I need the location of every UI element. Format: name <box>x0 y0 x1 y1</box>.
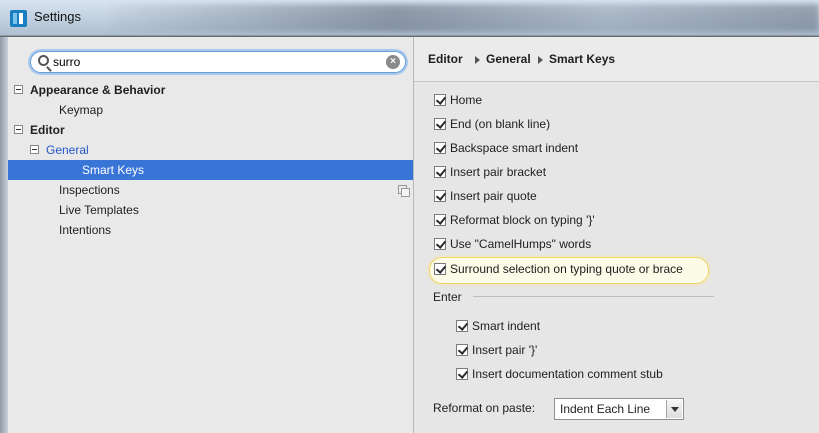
select-value: Indent Each Line <box>560 402 651 416</box>
breadcrumb-general: General <box>486 52 531 66</box>
clear-search-icon[interactable]: × <box>386 55 400 69</box>
dropdown-arrow-icon[interactable] <box>666 400 682 418</box>
option-label: End (on blank line) <box>450 117 551 131</box>
reformat-on-paste-label: Reformat on paste: <box>433 401 536 415</box>
option-label: Smart indent <box>472 319 541 333</box>
option-label: Insert documentation comment stub <box>472 367 663 381</box>
insert-pair-bracket-checkbox[interactable] <box>434 166 446 178</box>
reformat-on-paste-select[interactable]: Indent Each Line <box>554 398 684 420</box>
settings-search-box[interactable]: × <box>30 51 406 73</box>
option-label: Insert pair bracket <box>450 165 547 179</box>
surround-selection-checkbox[interactable] <box>434 263 446 275</box>
tree-item-label: Inspections <box>59 183 120 197</box>
breadcrumb-arrow-icon <box>475 56 480 64</box>
option-label: Surround selection on typing quote or br… <box>450 262 683 276</box>
title-bar: Settings <box>0 0 819 36</box>
settings-content-panel: Editor General Smart Keys Home End (on b… <box>414 37 819 433</box>
option-label: Use "CamelHumps" words <box>450 237 592 251</box>
project-settings-icon <box>398 185 410 197</box>
tree-item-inspections[interactable]: Inspections <box>8 180 413 200</box>
option-label: Reformat block on typing '}' <box>450 213 595 227</box>
option-label: Backspace smart indent <box>450 141 579 155</box>
backspace-smart-indent-checkbox[interactable] <box>434 142 446 154</box>
tree-item-editor[interactable]: Editor <box>8 120 413 140</box>
breadcrumb: Editor General Smart Keys <box>414 37 819 82</box>
smart-indent-checkbox[interactable] <box>456 320 468 332</box>
enter-section-label: Enter <box>433 290 462 304</box>
collapse-toggle-icon[interactable] <box>14 85 23 94</box>
search-input[interactable] <box>53 54 373 70</box>
tree-item-label: Editor <box>30 123 65 137</box>
tree-item-label: Live Templates <box>59 203 139 217</box>
tree-item-general[interactable]: General <box>8 140 413 160</box>
tree-item-label: General <box>46 143 89 157</box>
insert-pair-quote-checkbox[interactable] <box>434 190 446 202</box>
breadcrumb-smart-keys: Smart Keys <box>549 52 616 66</box>
camelhumps-checkbox[interactable] <box>434 238 446 250</box>
option-label: Insert pair quote <box>450 189 537 203</box>
window-left-border <box>0 37 8 433</box>
breadcrumb-arrow-icon <box>538 56 543 64</box>
reformat-block-checkbox[interactable] <box>434 214 446 226</box>
tree-item-label: Keymap <box>59 103 104 117</box>
tree-item-label: Smart Keys <box>82 163 145 177</box>
titlebar-background <box>110 4 819 32</box>
tree-item-appearance[interactable]: Appearance & Behavior <box>8 80 413 100</box>
option-label: Insert pair '}' <box>472 343 538 357</box>
collapse-toggle-icon[interactable] <box>14 125 23 134</box>
home-checkbox[interactable] <box>434 94 446 106</box>
documentation-stub-checkbox[interactable] <box>456 368 468 380</box>
tree-item-label: Intentions <box>59 223 112 237</box>
search-icon <box>38 55 49 66</box>
collapse-toggle-icon[interactable] <box>30 145 39 154</box>
tree-item-live-templates[interactable]: Live Templates <box>8 200 413 220</box>
tree-item-label: Appearance & Behavior <box>30 83 166 97</box>
option-label: Home <box>450 93 483 107</box>
settings-dialog: × Appearance & Behavior Keymap Editor Ge… <box>8 37 819 433</box>
tree-item-keymap[interactable]: Keymap <box>8 100 413 120</box>
breadcrumb-editor: Editor <box>428 52 463 66</box>
intellij-app-icon <box>10 10 27 27</box>
section-divider <box>473 296 714 297</box>
end-checkbox[interactable] <box>434 118 446 130</box>
insert-pair-brace-checkbox[interactable] <box>456 344 468 356</box>
tree-item-smart-keys[interactable]: Smart Keys <box>8 160 413 180</box>
tree-item-intentions[interactable]: Intentions <box>8 220 413 240</box>
settings-sidebar: × Appearance & Behavior Keymap Editor Ge… <box>8 37 414 433</box>
window-title: Settings <box>34 9 81 24</box>
